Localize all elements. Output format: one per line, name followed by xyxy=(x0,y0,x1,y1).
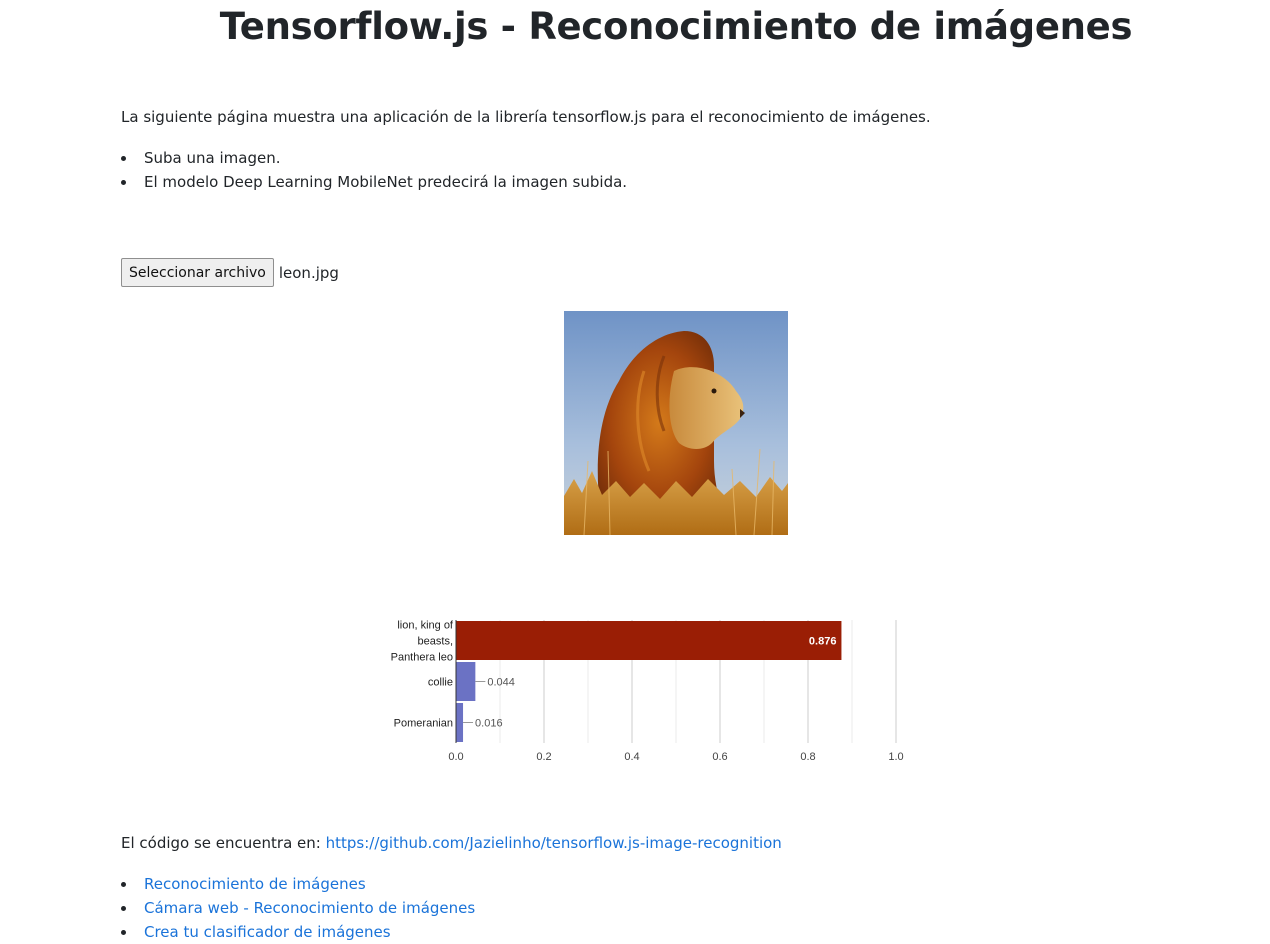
choose-file-button[interactable]: Seleccionar archivo xyxy=(121,258,274,287)
tick-label: 0.2 xyxy=(536,751,551,763)
intro-text: La siguiente página muestra una aplicaci… xyxy=(121,108,931,126)
bar xyxy=(456,662,476,701)
list-item: Reconocimiento de imágenes xyxy=(121,872,475,896)
list-item: Crea tu clasificador de imágenes xyxy=(121,920,475,944)
predictions-chart: 0.0 0.2 0.4 0.6 0.8 1.0 lion, king of beasts, Pa… xyxy=(391,620,904,764)
tick-label: 1.0 xyxy=(888,751,903,763)
selected-file-name: leon.jpg xyxy=(278,263,339,282)
data-label: 0.016 xyxy=(475,718,503,730)
category-label: beasts, xyxy=(418,636,453,648)
page-title: Tensorflow.js - Reconocimiento de imágen… xyxy=(219,5,1133,48)
file-input[interactable]: Seleccionar archivo leon.jpg xyxy=(121,258,339,287)
category-label: lion, king of xyxy=(397,620,454,632)
link-image-recognition[interactable]: Reconocimiento de imágenes xyxy=(144,875,366,893)
category-label: collie xyxy=(428,677,453,689)
code-text: El código se encuentra en: xyxy=(121,834,326,852)
link-webcam-recognition[interactable]: Cámara web - Reconocimiento de imágenes xyxy=(144,899,475,917)
github-link[interactable]: https://github.com/Jazielinho/tensorflow… xyxy=(326,834,782,852)
tick-label: 0.4 xyxy=(624,751,639,763)
list-item: Cámara web - Reconocimiento de imágenes xyxy=(121,896,475,920)
code-line: El código se encuentra en: https://githu… xyxy=(121,834,782,852)
data-label: 0.044 xyxy=(487,677,515,689)
link-create-classifier[interactable]: Crea tu clasificador de imágenes xyxy=(144,923,391,941)
uploaded-image-preview xyxy=(564,311,788,535)
tick-label: 0.6 xyxy=(712,751,727,763)
instructions-list: Suba una imagen. El modelo Deep Learning… xyxy=(121,146,627,194)
list-item: El modelo Deep Learning MobileNet predec… xyxy=(121,170,627,194)
tick-label: 0.8 xyxy=(800,751,815,763)
tick-label: 0.0 xyxy=(448,751,463,763)
related-links: Reconocimiento de imágenes Cámara web - … xyxy=(121,872,475,944)
data-label: 0.876 xyxy=(809,636,837,648)
bar xyxy=(456,621,842,660)
list-item: Suba una imagen. xyxy=(121,146,627,170)
bar xyxy=(456,703,464,742)
category-label: Pomeranian xyxy=(394,718,453,730)
category-label: Panthera leo xyxy=(391,652,453,664)
